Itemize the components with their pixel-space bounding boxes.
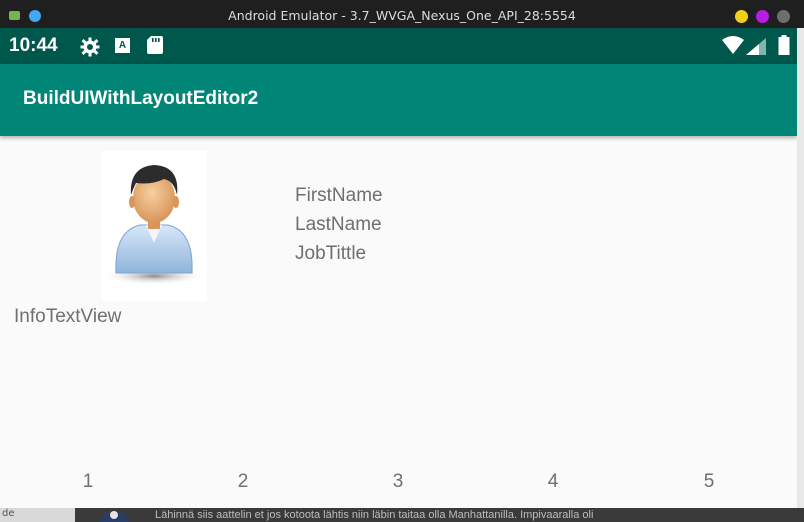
signal-icon xyxy=(746,38,766,59)
minimize-button[interactable] xyxy=(735,10,748,23)
number-5: 5 xyxy=(703,471,715,492)
number-1: 1 xyxy=(82,471,94,492)
job-title-text: JobTittle xyxy=(295,243,367,264)
number-4: 4 xyxy=(547,471,559,492)
background-text: Lähinnä siis aattelin et jos kotoota läh… xyxy=(155,509,594,521)
person-avatar-icon xyxy=(102,151,207,301)
window-edge xyxy=(797,28,804,508)
background-left-text: de xyxy=(0,508,75,522)
sd-card-icon xyxy=(147,36,163,58)
close-button[interactable] xyxy=(777,10,790,23)
gear-icon xyxy=(80,37,100,61)
app-toolbar: BuildUIWithLayoutEditor2 xyxy=(0,64,797,136)
app-title: BuildUIWithLayoutEditor2 xyxy=(23,88,259,109)
window-title: Android Emulator - 3.7_WVGA_Nexus_One_AP… xyxy=(228,8,576,23)
device-screen: 10:44 A BuildUIWithLayoutEditor2 FirstNa… xyxy=(0,28,797,508)
background-window: de Lähinnä siis aattelin et jos kotoota … xyxy=(0,508,804,522)
maximize-button[interactable] xyxy=(756,10,769,23)
wifi-icon xyxy=(722,36,744,58)
number-3: 3 xyxy=(392,471,404,492)
first-name-text: FirstName xyxy=(295,185,383,206)
background-avatar-icon xyxy=(96,508,132,522)
number-2: 2 xyxy=(237,471,249,492)
battery-icon xyxy=(778,35,790,59)
a-icon: A xyxy=(115,38,130,53)
last-name-text: LastName xyxy=(295,214,382,235)
emulator-title-bar: Android Emulator - 3.7_WVGA_Nexus_One_AP… xyxy=(0,0,804,28)
info-text-view: InfoTextView xyxy=(14,306,122,327)
android-status-bar: 10:44 A xyxy=(0,28,797,64)
status-time: 10:44 xyxy=(9,35,58,56)
